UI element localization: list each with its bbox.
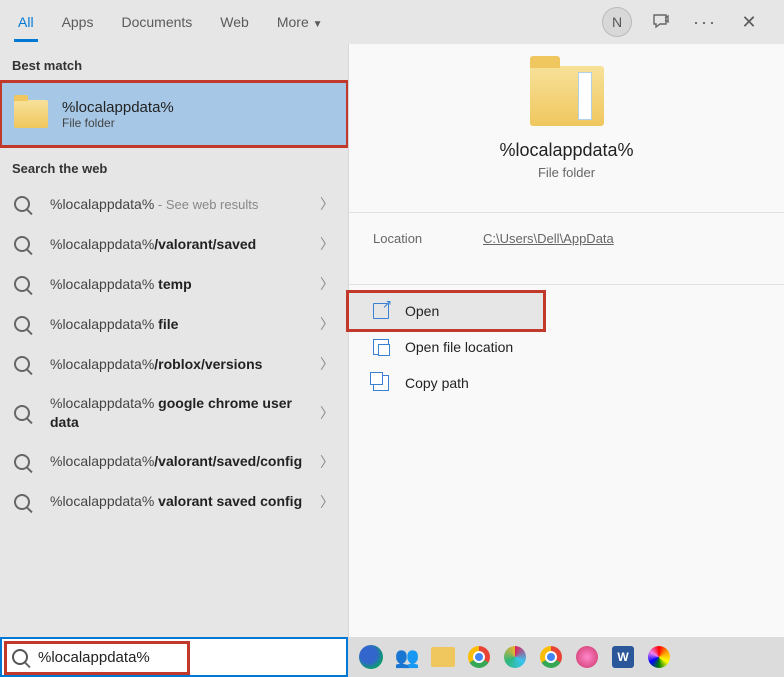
best-match-header: Best match	[0, 44, 348, 81]
tab-documents[interactable]: Documents	[107, 2, 206, 42]
search-icon	[14, 316, 30, 332]
best-match-subtitle: File folder	[62, 116, 174, 130]
file-location-icon	[373, 339, 389, 355]
chevron-right-icon: 〉	[320, 452, 334, 472]
taskbar-word-icon[interactable]: W	[606, 640, 640, 674]
web-result[interactable]: %localappdata% - See web results〉	[0, 184, 348, 224]
location-label: Location	[373, 231, 483, 246]
search-web-header: Search the web	[0, 147, 348, 184]
tab-more[interactable]: More ▼	[263, 2, 337, 42]
taskbar-app-icon[interactable]	[570, 640, 604, 674]
more-options-icon[interactable]: ···	[686, 3, 724, 41]
folder-icon	[14, 100, 48, 128]
taskbar-slack-icon[interactable]	[498, 640, 532, 674]
preview-title: %localappdata%	[369, 140, 764, 161]
search-icon	[14, 405, 30, 421]
chevron-right-icon: 〉	[320, 234, 334, 254]
account-avatar[interactable]: N	[598, 3, 636, 41]
chevron-right-icon: 〉	[320, 194, 334, 214]
best-match-title: %localappdata%	[62, 99, 174, 116]
web-result[interactable]: %localappdata% file〉	[0, 304, 348, 344]
chevron-down-icon: ▼	[313, 19, 323, 30]
search-input[interactable]	[38, 649, 336, 666]
web-result[interactable]: %localappdata% google chrome user data〉	[0, 384, 348, 442]
preview-subtitle: File folder	[369, 165, 764, 180]
chevron-right-icon: 〉	[320, 314, 334, 334]
results-panel: Best match %localappdata% File folder Se…	[0, 44, 348, 637]
taskbar-explorer-icon[interactable]	[426, 640, 460, 674]
best-match-result[interactable]: %localappdata% File folder	[0, 81, 348, 147]
close-icon[interactable]: ✕	[730, 3, 768, 41]
web-result[interactable]: %localappdata%/valorant/saved/config〉	[0, 442, 348, 482]
location-link[interactable]: C:\Users\Dell\AppData	[483, 231, 614, 246]
action-open-location[interactable]: Open file location	[349, 329, 784, 365]
search-bar[interactable]	[0, 637, 348, 677]
folder-icon	[530, 66, 604, 126]
search-icon	[14, 276, 30, 292]
web-result[interactable]: %localappdata%/roblox/versions〉	[0, 344, 348, 384]
web-result[interactable]: %localappdata% temp〉	[0, 264, 348, 304]
search-icon	[14, 356, 30, 372]
chevron-right-icon: 〉	[320, 274, 334, 294]
chevron-right-icon: 〉	[320, 403, 334, 423]
action-copy-path[interactable]: Copy path	[349, 365, 784, 401]
search-icon	[12, 649, 28, 665]
taskbar: 👥 W	[348, 637, 784, 677]
tab-all[interactable]: All	[4, 2, 48, 42]
search-icon	[14, 196, 30, 212]
search-icon	[14, 236, 30, 252]
taskbar-teams-icon[interactable]: 👥	[390, 640, 424, 674]
action-open[interactable]: Open	[349, 293, 543, 329]
tab-web[interactable]: Web	[206, 2, 263, 42]
taskbar-chrome-icon[interactable]	[462, 640, 496, 674]
taskbar-chrome2-icon[interactable]	[534, 640, 568, 674]
taskbar-paint-icon[interactable]	[642, 640, 676, 674]
preview-panel: %localappdata% File folder Location C:\U…	[348, 44, 784, 637]
taskbar-edge-icon[interactable]	[354, 640, 388, 674]
open-icon	[373, 303, 389, 319]
tab-apps[interactable]: Apps	[48, 2, 108, 42]
copy-icon	[373, 375, 389, 391]
web-result[interactable]: %localappdata%/valorant/saved〉	[0, 224, 348, 264]
chevron-right-icon: 〉	[320, 492, 334, 512]
feedback-icon[interactable]	[642, 3, 680, 41]
search-icon	[14, 494, 30, 510]
search-filter-tabs: All Apps Documents Web More ▼ N ··· ✕	[0, 0, 784, 44]
chevron-right-icon: 〉	[320, 354, 334, 374]
web-result[interactable]: %localappdata% valorant saved config〉	[0, 482, 348, 522]
search-icon	[14, 454, 30, 470]
